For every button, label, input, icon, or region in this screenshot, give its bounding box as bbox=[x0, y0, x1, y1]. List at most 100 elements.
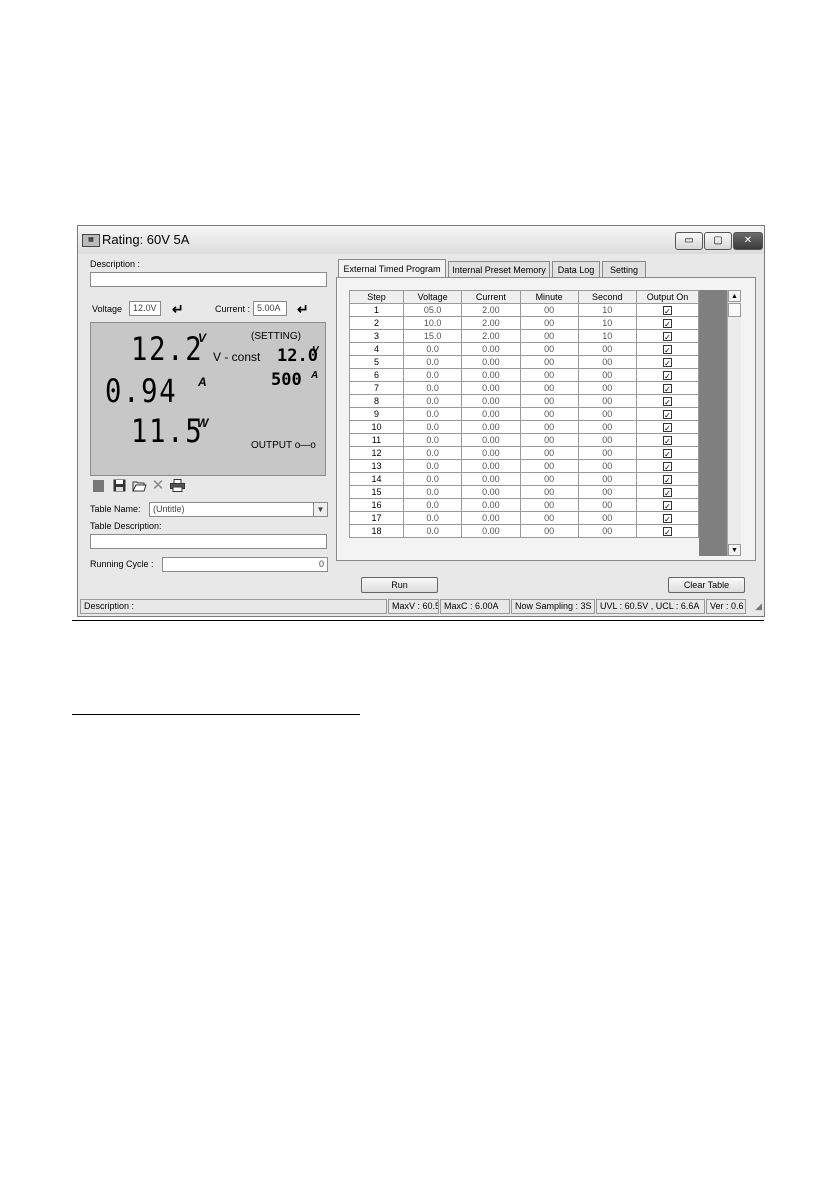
cell-voltage[interactable]: 0.0 bbox=[403, 381, 463, 395]
table-row[interactable]: 1 05.0 2.00 00 10 ✓ bbox=[348, 303, 700, 317]
cell-minute[interactable]: 00 bbox=[519, 511, 579, 525]
cell-second[interactable]: 00 bbox=[577, 485, 637, 499]
cell-voltage[interactable]: 0.0 bbox=[403, 342, 463, 356]
cell-current[interactable]: 0.00 bbox=[461, 420, 521, 434]
table-row[interactable]: 8 0.0 0.00 00 00 ✓ bbox=[348, 394, 700, 408]
column-header-current[interactable]: Current bbox=[461, 290, 521, 304]
cell-output-on[interactable]: ✓ bbox=[635, 407, 700, 421]
title-bar[interactable]: ▦ Rating: 60V 5A ▭ ▢ ✕ bbox=[78, 226, 764, 254]
cell-output-on[interactable]: ✓ bbox=[635, 433, 700, 447]
tab-data-log[interactable]: Data Log bbox=[552, 261, 600, 277]
scroll-up-icon[interactable]: ▲ bbox=[728, 290, 741, 302]
table-row[interactable]: 4 0.0 0.00 00 00 ✓ bbox=[348, 342, 700, 356]
output-on-checkbox[interactable]: ✓ bbox=[662, 475, 672, 485]
table-row[interactable]: 11 0.0 0.00 00 00 ✓ bbox=[348, 433, 700, 447]
cell-second[interactable]: 00 bbox=[577, 472, 637, 486]
table-row[interactable]: 5 0.0 0.00 00 00 ✓ bbox=[348, 355, 700, 369]
table-row[interactable]: 15 0.0 0.00 00 00 ✓ bbox=[348, 485, 700, 499]
chevron-down-icon[interactable]: ▼ bbox=[313, 503, 327, 516]
cell-second[interactable]: 10 bbox=[577, 316, 637, 330]
open-icon[interactable] bbox=[132, 479, 147, 493]
cell-current[interactable]: 0.00 bbox=[461, 355, 521, 369]
cell-voltage[interactable]: 0.0 bbox=[403, 511, 463, 525]
current-input[interactable]: 5.00A bbox=[253, 301, 287, 316]
cell-minute[interactable]: 00 bbox=[519, 433, 579, 447]
table-name-select[interactable]: (Untitle) ▼ bbox=[149, 502, 328, 517]
table-row[interactable]: 6 0.0 0.00 00 00 ✓ bbox=[348, 368, 700, 382]
output-on-checkbox[interactable]: ✓ bbox=[662, 436, 672, 446]
cell-voltage[interactable]: 0.0 bbox=[403, 446, 463, 460]
cell-minute[interactable]: 00 bbox=[519, 446, 579, 460]
cell-output-on[interactable]: ✓ bbox=[635, 329, 700, 343]
cell-output-on[interactable]: ✓ bbox=[635, 381, 700, 395]
cell-second[interactable]: 00 bbox=[577, 420, 637, 434]
cell-minute[interactable]: 00 bbox=[519, 329, 579, 343]
output-on-checkbox[interactable]: ✓ bbox=[662, 371, 672, 381]
cell-voltage[interactable]: 0.0 bbox=[403, 472, 463, 486]
table-scrollbar[interactable]: ▲ ▼ bbox=[727, 290, 741, 556]
table-row[interactable]: 2 10.0 2.00 00 10 ✓ bbox=[348, 316, 700, 330]
cell-minute[interactable]: 00 bbox=[519, 394, 579, 408]
cell-voltage[interactable]: 05.0 bbox=[403, 303, 463, 317]
cell-current[interactable]: 0.00 bbox=[461, 498, 521, 512]
minimize-button[interactable]: ▭ bbox=[675, 232, 703, 250]
cell-current[interactable]: 0.00 bbox=[461, 524, 521, 538]
table-row[interactable]: 7 0.0 0.00 00 00 ✓ bbox=[348, 381, 700, 395]
table-row[interactable]: 3 15.0 2.00 00 10 ✓ bbox=[348, 329, 700, 343]
cell-voltage[interactable]: 0.0 bbox=[403, 485, 463, 499]
cell-output-on[interactable]: ✓ bbox=[635, 303, 700, 317]
cell-current[interactable]: 0.00 bbox=[461, 407, 521, 421]
cell-second[interactable]: 10 bbox=[577, 303, 637, 317]
output-on-checkbox[interactable]: ✓ bbox=[662, 410, 672, 420]
cell-second[interactable]: 00 bbox=[577, 407, 637, 421]
cell-current[interactable]: 2.00 bbox=[461, 316, 521, 330]
cell-current[interactable]: 0.00 bbox=[461, 446, 521, 460]
column-header-second[interactable]: Second bbox=[577, 290, 637, 304]
cell-current[interactable]: 0.00 bbox=[461, 394, 521, 408]
voltage-enter-icon[interactable]: ↵ bbox=[172, 302, 184, 316]
output-on-checkbox[interactable]: ✓ bbox=[662, 306, 672, 316]
cell-current[interactable]: 0.00 bbox=[461, 472, 521, 486]
table-row[interactable]: 13 0.0 0.00 00 00 ✓ bbox=[348, 459, 700, 473]
cell-second[interactable]: 00 bbox=[577, 433, 637, 447]
output-on-checkbox[interactable]: ✓ bbox=[662, 397, 672, 407]
table-row[interactable]: 14 0.0 0.00 00 00 ✓ bbox=[348, 472, 700, 486]
cell-output-on[interactable]: ✓ bbox=[635, 498, 700, 512]
cell-output-on[interactable]: ✓ bbox=[635, 394, 700, 408]
cell-voltage[interactable]: 0.0 bbox=[403, 355, 463, 369]
print-icon[interactable] bbox=[170, 479, 185, 493]
output-on-checkbox[interactable]: ✓ bbox=[662, 514, 672, 524]
cell-voltage[interactable]: 0.0 bbox=[403, 394, 463, 408]
cell-output-on[interactable]: ✓ bbox=[635, 524, 700, 538]
cell-output-on[interactable]: ✓ bbox=[635, 472, 700, 486]
cell-second[interactable]: 00 bbox=[577, 511, 637, 525]
table-row[interactable]: 9 0.0 0.00 00 00 ✓ bbox=[348, 407, 700, 421]
column-header-voltage[interactable]: Voltage bbox=[403, 290, 463, 304]
cell-current[interactable]: 0.00 bbox=[461, 342, 521, 356]
cell-second[interactable]: 00 bbox=[577, 394, 637, 408]
column-header-output-on[interactable]: Output On bbox=[635, 290, 700, 304]
cell-voltage[interactable]: 15.0 bbox=[403, 329, 463, 343]
new-icon[interactable] bbox=[93, 480, 104, 492]
running-cycle-input[interactable]: 0 bbox=[162, 557, 328, 572]
clear-table-button[interactable]: Clear Table bbox=[668, 577, 745, 593]
cell-minute[interactable]: 00 bbox=[519, 342, 579, 356]
maximize-button[interactable]: ▢ bbox=[704, 232, 732, 250]
close-button[interactable]: ✕ bbox=[733, 232, 763, 250]
cell-current[interactable]: 0.00 bbox=[461, 485, 521, 499]
cell-output-on[interactable]: ✓ bbox=[635, 355, 700, 369]
cell-current[interactable]: 0.00 bbox=[461, 433, 521, 447]
cell-output-on[interactable]: ✓ bbox=[635, 511, 700, 525]
table-row[interactable]: 12 0.0 0.00 00 00 ✓ bbox=[348, 446, 700, 460]
cell-second[interactable]: 00 bbox=[577, 524, 637, 538]
delete-icon[interactable]: ✕ bbox=[151, 478, 165, 493]
tab-setting[interactable]: Setting bbox=[602, 261, 646, 277]
column-header-minute[interactable]: Minute bbox=[519, 290, 579, 304]
scroll-down-icon[interactable]: ▼ bbox=[728, 544, 741, 556]
cell-output-on[interactable]: ✓ bbox=[635, 485, 700, 499]
cell-voltage[interactable]: 0.0 bbox=[403, 368, 463, 382]
cell-second[interactable]: 00 bbox=[577, 342, 637, 356]
cell-minute[interactable]: 00 bbox=[519, 498, 579, 512]
cell-second[interactable]: 00 bbox=[577, 355, 637, 369]
cell-minute[interactable]: 00 bbox=[519, 524, 579, 538]
